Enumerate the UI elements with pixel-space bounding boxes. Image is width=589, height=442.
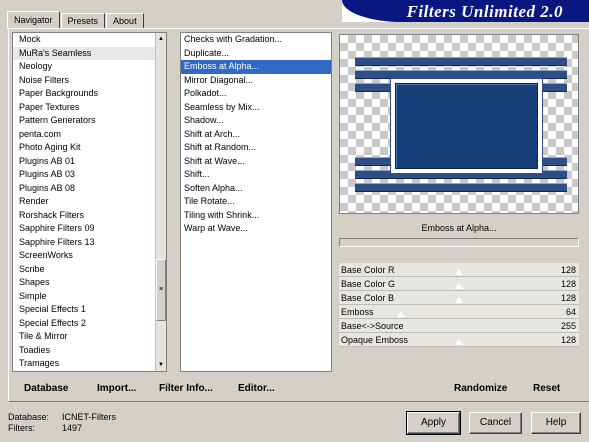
randomize-button[interactable]: Randomize	[454, 377, 507, 401]
category-item[interactable]: Sapphire Filters 13	[13, 236, 166, 250]
category-item[interactable]: ScreenWorks	[13, 249, 166, 263]
banner-title: Filters Unlimited 2.0	[406, 2, 563, 21]
slider-value: 128	[560, 279, 576, 289]
filters-count-value: 1497	[62, 423, 83, 433]
category-item[interactable]: Paper Textures	[13, 101, 166, 115]
slider-label: Opaque Emboss	[341, 335, 409, 345]
category-item[interactable]: Special Effects 1	[13, 303, 166, 317]
category-item[interactable]: Pattern Generators	[13, 114, 166, 128]
editor-button[interactable]: Editor...	[238, 377, 275, 401]
filter-item[interactable]: Shift at Arch...	[181, 128, 331, 142]
slider-base-color-b[interactable]: Base Color B 128	[339, 291, 579, 305]
title-banner: Filters Unlimited 2.0	[342, 0, 589, 22]
filter-info-button[interactable]: Filter Info...	[159, 377, 213, 401]
preview-stripe	[355, 57, 567, 66]
filter-item[interactable]: Shift at Wave...	[181, 155, 331, 169]
cancel-button[interactable]: Cancel	[469, 412, 522, 434]
slider-base-color-r[interactable]: Base Color R 128	[339, 263, 579, 277]
category-list[interactable]: Mock MuRa's Seamless Neology Noise Filters P…	[12, 32, 167, 372]
slider-notch-icon[interactable]	[455, 297, 463, 303]
filter-item[interactable]: Seamless by Mix...	[181, 101, 331, 115]
database-info: Database: ICNET-Filters Filters: 1497	[8, 412, 116, 434]
category-item[interactable]: Neology	[13, 60, 166, 74]
category-item[interactable]: Paper Backgrounds	[13, 87, 166, 101]
category-item[interactable]: Rorshack Filters	[13, 209, 166, 223]
category-item[interactable]: Tramages	[13, 357, 166, 371]
filter-item[interactable]: Emboss at Alpha...	[181, 60, 331, 74]
preview-stripe	[355, 183, 567, 192]
category-item[interactable]: Shapes	[13, 276, 166, 290]
slider-label: Base Color G	[341, 279, 396, 289]
category-item[interactable]: Noise Filters	[13, 74, 166, 88]
category-item[interactable]: Simple	[13, 290, 166, 304]
slider-label: Base Color R	[341, 265, 395, 275]
category-item[interactable]: Mock	[13, 33, 166, 47]
slider-base-color-g[interactable]: Base Color G 128	[339, 277, 579, 291]
category-item[interactable]: Tile & Mirror	[13, 330, 166, 344]
slider-notch-icon[interactable]	[455, 269, 463, 275]
category-item[interactable]: Sapphire Filters 09	[13, 222, 166, 236]
tab-navigator[interactable]: Navigator	[7, 11, 60, 29]
progress-bar	[339, 238, 579, 247]
apply-button[interactable]: Apply	[406, 411, 461, 435]
slider-value: 64	[565, 307, 576, 317]
slider-value: 128	[560, 265, 576, 275]
slider-value: 128	[560, 335, 576, 345]
filter-item[interactable]: Warp at Wave...	[181, 222, 331, 236]
filter-list[interactable]: Checks with Gradation... Duplicate... Embo…	[180, 32, 332, 372]
slider-opaque-emboss[interactable]: Opaque Emboss 128	[339, 333, 579, 347]
database-value: ICNET-Filters	[62, 412, 116, 422]
category-item[interactable]: Plugins AB 01	[13, 155, 166, 169]
tab-strip: Navigator Presets About	[7, 10, 145, 29]
preview-inner	[395, 83, 538, 169]
scroll-up-icon[interactable]: ▲	[156, 34, 166, 44]
database-label: Database:	[8, 412, 50, 422]
category-item[interactable]: Plugins AB 03	[13, 168, 166, 182]
category-item[interactable]: Plugins AB 08	[13, 182, 166, 196]
slider-notch-icon[interactable]	[455, 283, 463, 289]
selected-filter-name: Emboss at Alpha...	[421, 223, 497, 233]
filter-preview	[339, 34, 579, 214]
slider-notch-icon[interactable]	[397, 311, 405, 317]
filters-count-label: Filters:	[8, 423, 35, 433]
slider-label: Base Color B	[341, 293, 395, 303]
category-item[interactable]: penta.com	[13, 128, 166, 142]
category-item[interactable]: Render	[13, 195, 166, 209]
reset-button[interactable]: Reset	[533, 377, 560, 401]
filter-item[interactable]: Tiling with Shrink...	[181, 209, 331, 223]
help-button[interactable]: Help	[531, 412, 581, 434]
category-item[interactable]: MuRa's Seamless	[13, 46, 166, 60]
scroll-thumb[interactable]: ≡	[156, 259, 166, 321]
filter-item[interactable]: Mirror Diagonal...	[181, 74, 331, 88]
preset-toolbar: Randomize Reset	[339, 377, 579, 401]
import-button[interactable]: Import...	[97, 377, 136, 401]
slider-emboss[interactable]: Emboss 64	[339, 305, 579, 319]
slider-value: 255	[560, 321, 576, 331]
filter-item[interactable]: Checks with Gradation...	[181, 33, 331, 47]
filter-item[interactable]: Shift...	[181, 168, 331, 182]
category-item[interactable]: Toadies	[13, 344, 166, 358]
slider-label: Base<->Source	[341, 321, 404, 331]
filter-item[interactable]: Shift at Random...	[181, 141, 331, 155]
slider-label: Emboss	[341, 307, 374, 317]
slider-base-source[interactable]: Base<->Source 255	[339, 319, 579, 333]
slider-value: 128	[560, 293, 576, 303]
category-scrollbar[interactable]: ▲ ≡ ▼	[155, 33, 166, 371]
filter-item[interactable]: Duplicate...	[181, 47, 331, 61]
filter-item[interactable]: Tile Rotate...	[181, 195, 331, 209]
scroll-down-icon[interactable]: ▼	[156, 360, 166, 370]
category-item[interactable]: Special Effects 2	[13, 317, 166, 331]
filter-item[interactable]: Polkadot...	[181, 87, 331, 101]
tab-about[interactable]: About	[106, 13, 144, 28]
preview-frame	[390, 78, 543, 174]
category-item[interactable]: Scribe	[13, 263, 166, 277]
slider-notch-icon[interactable]	[455, 339, 463, 345]
filter-item[interactable]: Soften Alpha...	[181, 182, 331, 196]
filter-item[interactable]: Shadow...	[181, 114, 331, 128]
navigator-toolbar: Database Import... Filter Info... Editor…	[9, 377, 335, 401]
control-sliders: Base Color R 128 Base Color G 128 Base C…	[339, 263, 579, 347]
database-button[interactable]: Database	[24, 377, 68, 401]
tab-presets[interactable]: Presets	[60, 13, 106, 28]
category-item[interactable]: Photo Aging Kit	[13, 141, 166, 155]
